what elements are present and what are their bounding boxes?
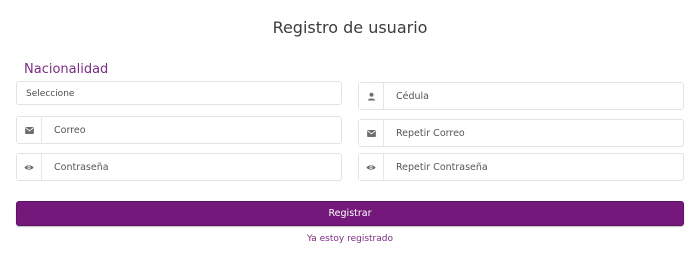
nationality-label: Nacionalidad: [24, 62, 109, 77]
register-button[interactable]: Registrar: [16, 201, 684, 226]
eye-icon: [17, 154, 42, 180]
repetir-correo-field[interactable]: [358, 119, 684, 147]
cedula-input[interactable]: [384, 83, 683, 109]
eye-icon: [359, 154, 384, 180]
repetir-contrasena-input[interactable]: [384, 154, 683, 180]
repetir-contrasena-field[interactable]: [358, 153, 684, 181]
repetir-correo-input[interactable]: [384, 120, 683, 146]
contrasena-input[interactable]: [42, 154, 341, 180]
correo-input[interactable]: [42, 117, 341, 143]
envelope-icon: [359, 120, 384, 146]
nationality-select[interactable]: Seleccione: [16, 81, 342, 105]
user-icon: [359, 83, 384, 109]
contrasena-field[interactable]: [16, 153, 342, 181]
login-link[interactable]: Ya estoy registrado: [0, 234, 700, 244]
page-title: Registro de usuario: [272, 18, 428, 37]
correo-field[interactable]: [16, 116, 342, 144]
cedula-field[interactable]: [358, 82, 684, 110]
envelope-icon: [17, 117, 42, 143]
